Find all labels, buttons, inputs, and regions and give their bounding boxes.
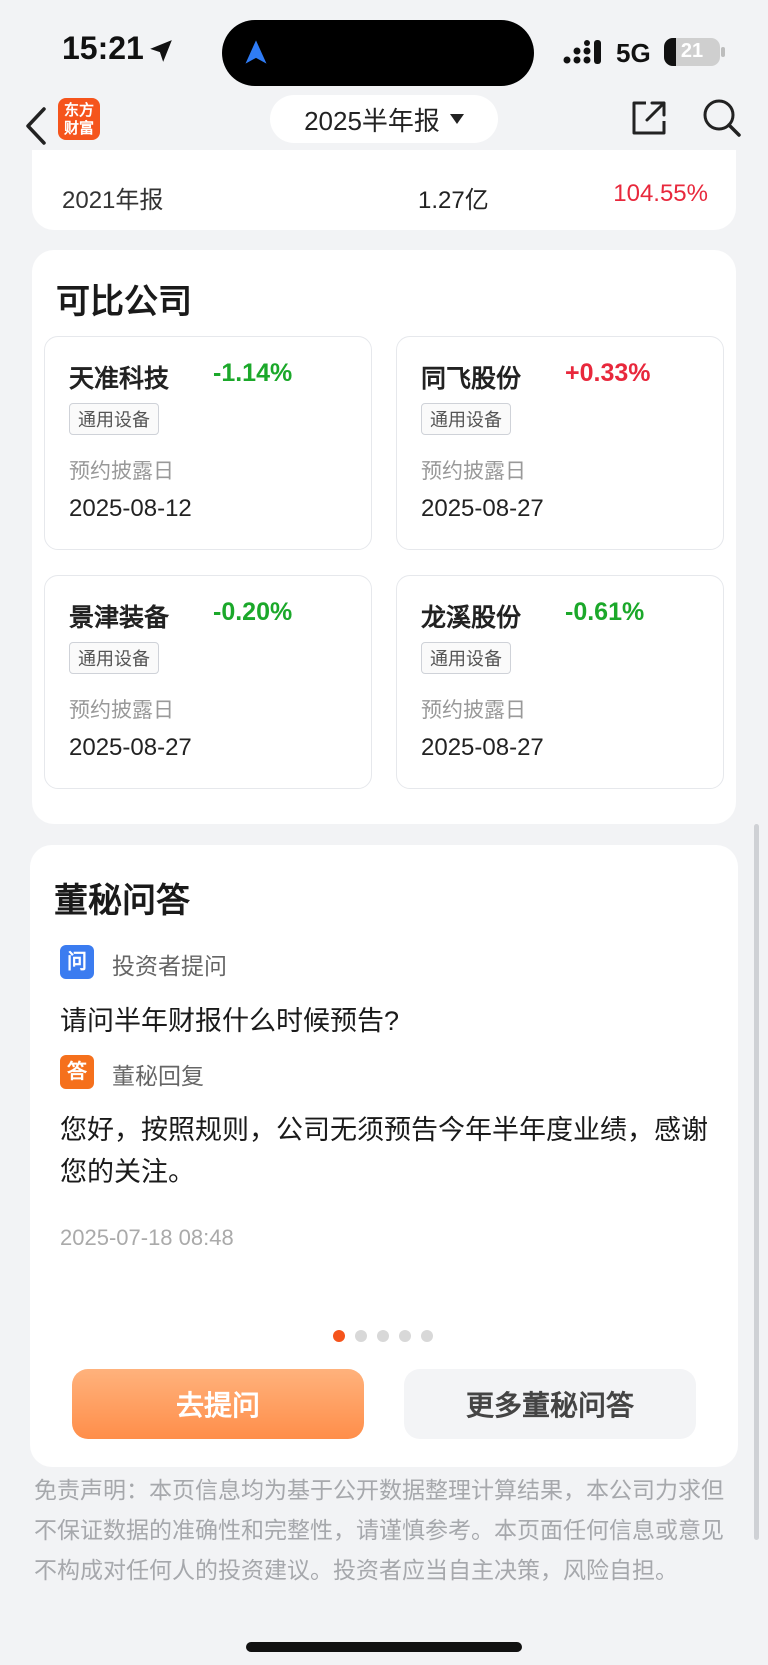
disclosure-date-label: 预约披露日 xyxy=(69,699,174,722)
disclosure-date-label: 预约披露日 xyxy=(421,460,526,483)
caret-down-icon xyxy=(449,114,464,124)
pagination-dot[interactable] xyxy=(355,1330,367,1342)
disclosure-date-label: 预约披露日 xyxy=(69,460,174,483)
peer-name: 景津装备 xyxy=(69,604,170,632)
peer-change: -0.61% xyxy=(565,598,645,626)
report-period-label: 2025半年报 xyxy=(304,105,440,136)
history-row-card: 2021年报 1.27亿 104.55% xyxy=(32,150,736,230)
pagination-dot[interactable] xyxy=(377,1330,389,1342)
share-icon[interactable] xyxy=(630,99,668,137)
home-indicator[interactable] xyxy=(246,1642,522,1652)
app-logo: 东方财富 xyxy=(58,98,100,140)
battery-cap xyxy=(721,47,725,57)
history-row-label: 2021年报 xyxy=(62,187,164,214)
network-label: 5G xyxy=(616,38,651,68)
battery-percent: 21 xyxy=(680,40,704,62)
answer-label: 董秘回复 xyxy=(112,1063,204,1089)
report-period-dropdown[interactable]: 2025半年报 xyxy=(270,95,498,143)
peer-change: -0.20% xyxy=(213,598,293,626)
signal-icon xyxy=(563,40,601,64)
disclosure-date: 2025-08-27 xyxy=(69,734,192,761)
back-icon[interactable] xyxy=(24,105,48,147)
scrollbar[interactable] xyxy=(754,824,759,1540)
peer-tile[interactable]: 龙溪股份 -0.61% 通用设备 预约披露日 2025-08-27 xyxy=(396,575,724,789)
history-row-value: 1.27亿 xyxy=(418,187,489,214)
question-label: 投资者提问 xyxy=(112,953,227,979)
search-icon[interactable] xyxy=(702,98,742,138)
pagination-dot[interactable] xyxy=(421,1330,433,1342)
peer-name: 龙溪股份 xyxy=(421,604,522,632)
carousel-pagination[interactable] xyxy=(333,1330,433,1342)
status-bar: 15:21 5G 21 xyxy=(0,0,768,95)
industry-tag: 通用设备 xyxy=(69,642,159,674)
industry-tag: 通用设备 xyxy=(69,403,159,435)
logo-text: 东方财富 xyxy=(63,101,94,137)
disclosure-date: 2025-08-12 xyxy=(69,495,192,522)
peer-change: +0.33% xyxy=(565,359,651,387)
dynamic-island xyxy=(222,20,534,86)
disclosure-date-label: 预约披露日 xyxy=(421,699,526,722)
history-row-change: 104.55% xyxy=(613,180,708,207)
industry-tag: 通用设备 xyxy=(421,642,511,674)
more-qa-button[interactable]: 更多董秘问答 xyxy=(404,1369,696,1439)
qa-timestamp: 2025-07-18 08:48 xyxy=(60,1225,234,1250)
location-arrow-icon xyxy=(150,40,172,62)
peer-tile[interactable]: 同飞股份 +0.33% 通用设备 预约披露日 2025-08-27 xyxy=(396,336,724,550)
peer-change: -1.14% xyxy=(213,359,293,387)
question-badge-icon: 问 xyxy=(60,945,94,979)
peers-title: 可比公司 xyxy=(56,283,192,321)
peer-tile[interactable]: 天准科技 -1.14% 通用设备 预约披露日 2025-08-12 xyxy=(44,336,372,550)
status-time: 15:21 xyxy=(62,30,144,66)
industry-tag: 通用设备 xyxy=(421,403,511,435)
question-text[interactable]: 请问半年财报什么时候预告? xyxy=(60,999,399,1038)
navigation-arrow-icon xyxy=(245,40,267,64)
ask-question-button[interactable]: 去提问 xyxy=(72,1369,364,1439)
disclaimer-text: 免责声明：本页信息均为基于公开数据整理计算结果，本公司力求但不保证数据的准确性和… xyxy=(34,1477,724,1583)
answer-text[interactable]: 您好，按照规则，公司无须预告今年半年度业绩，感谢您的关注。 xyxy=(60,1109,710,1193)
answer-badge-icon: 答 xyxy=(60,1055,94,1089)
peer-name: 天准科技 xyxy=(69,365,170,393)
disclosure-date: 2025-08-27 xyxy=(421,495,544,522)
pagination-dot[interactable] xyxy=(333,1330,345,1342)
secretary-qa-card: 董秘问答 问 投资者提问 请问半年财报什么时候预告? 答 董秘回复 您好，按照规… xyxy=(30,845,738,1467)
disclosure-date: 2025-08-27 xyxy=(421,734,544,761)
qa-title: 董秘问答 xyxy=(54,882,190,920)
peer-tile[interactable]: 景津装备 -0.20% 通用设备 预约披露日 2025-08-27 xyxy=(44,575,372,789)
battery-icon: 21 xyxy=(664,38,720,66)
pagination-dot[interactable] xyxy=(399,1330,411,1342)
peer-name: 同飞股份 xyxy=(421,365,522,393)
peer-companies-card: 可比公司 天准科技 -1.14% 通用设备 预约披露日 2025-08-12 同… xyxy=(32,250,736,824)
